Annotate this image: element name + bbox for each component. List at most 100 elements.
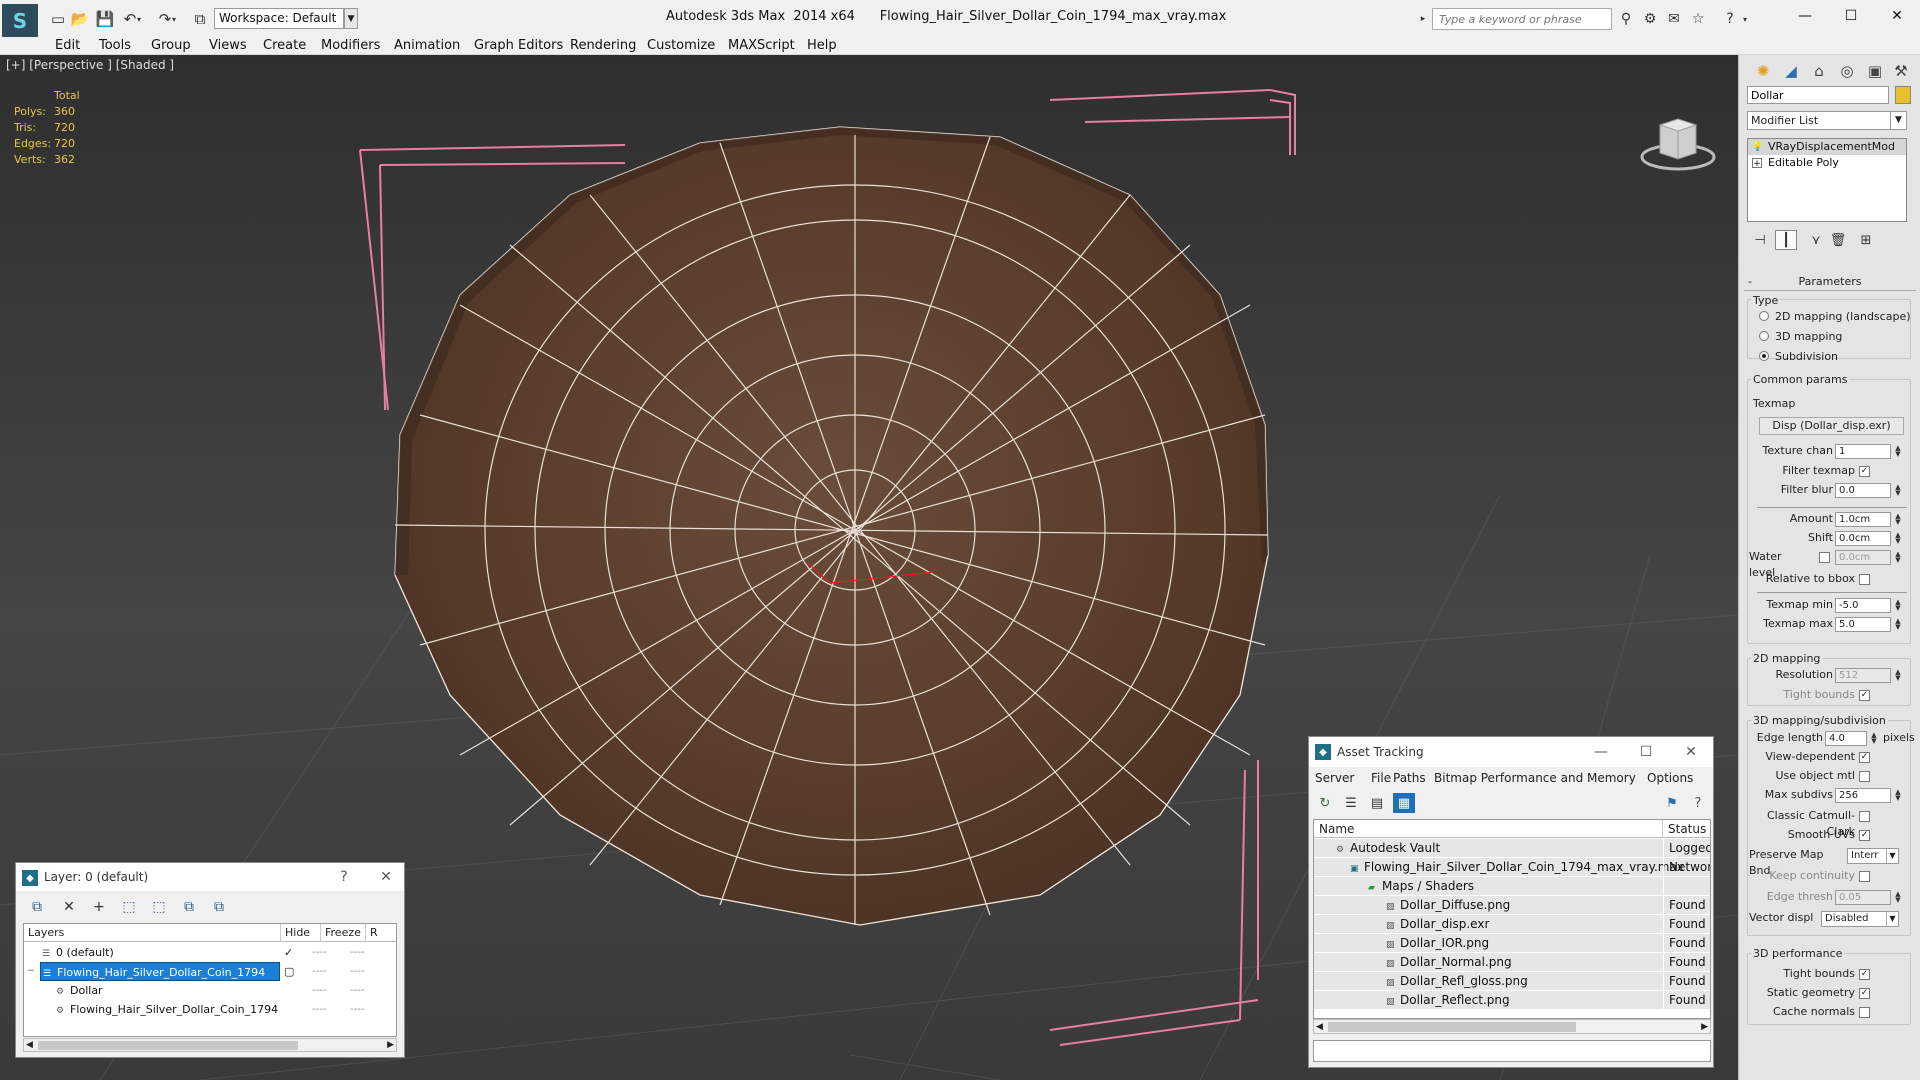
layer-row-default[interactable]: ☰ 0 (default) ✓ ---- ---- [24,943,396,962]
highlight-editable-icon[interactable]: ⚑ [1661,793,1683,813]
perf-tight-bounds-checkbox[interactable]: ✓ [1859,969,1870,980]
asset-row-disp[interactable]: ▨ Dollar_disp.exr Found [1314,915,1710,934]
menu-edit[interactable]: Edit [55,37,80,55]
classic-catmull-checkbox[interactable] [1859,811,1870,822]
water-level-spinner[interactable]: 0.0cm ▲ ▼ [1835,550,1901,565]
hierarchy-tab-icon[interactable]: ⌂ [1807,59,1831,83]
scroll-thumb[interactable] [1328,1022,1576,1032]
minimize-window-icon[interactable]: — [1782,4,1828,28]
column-header-render[interactable]: R [366,924,396,942]
static-geometry-checkbox[interactable]: ✓ [1859,988,1870,999]
hide-toggle[interactable]: ---- [312,981,326,1000]
subscription-icon[interactable]: ⚙ [1640,10,1660,28]
filter-blur-spinner[interactable]: 0.0 ▲ ▼ [1835,483,1901,498]
spinner-arrows-icon[interactable]: ▲ ▼ [1893,891,1903,904]
app-logo-icon[interactable]: S [2,4,38,38]
asset-row-diffuse[interactable]: ▨ Dollar_Diffuse.png Found [1314,896,1710,915]
hide-toggle[interactable]: ---- [312,1000,326,1019]
close-icon[interactable]: ✕ [1681,743,1701,761]
freeze-all-layers-icon[interactable]: ⧉ [208,897,230,917]
asset-dialog-titlebar[interactable]: ◆ Asset Tracking — ☐ ✕ [1309,737,1713,767]
spinner-arrows-icon[interactable]: ▲ ▼ [1893,618,1903,631]
smooth-uvs-checkbox[interactable]: ✓ [1859,830,1870,841]
hide-all-layers-icon[interactable]: ⧉ [178,897,200,917]
make-unique-icon[interactable]: ⋎ [1805,230,1827,250]
asset-menu-paths[interactable]: Paths [1393,771,1426,785]
redo-dropdown-icon[interactable]: ▾ [169,10,179,28]
menu-graph-editors[interactable]: Graph Editors [474,37,563,55]
asset-menu-file[interactable]: File [1371,771,1391,785]
binoculars-icon[interactable]: ⚲ [1616,10,1636,28]
tight-bounds-2d-checkbox[interactable]: ✓ [1859,690,1870,701]
scroll-left-icon[interactable]: ◀ [26,1039,33,1051]
radio-2d-mapping[interactable]: 2D mapping (landscape) [1759,310,1911,324]
asset-path-field[interactable] [1313,1040,1711,1062]
asset-row-refl-gloss[interactable]: ▨ Dollar_Refl_gloss.png Found [1314,972,1710,991]
menu-group[interactable]: Group [151,37,191,55]
spinner-arrows-icon[interactable]: ▲ ▼ [1893,513,1903,526]
scroll-right-icon[interactable]: ▶ [387,1039,394,1051]
scroll-right-icon[interactable]: ▶ [1701,1020,1708,1033]
refresh-icon[interactable]: ↻ [1314,793,1336,813]
column-header-status[interactable]: Status [1663,820,1710,838]
resolution-spinner[interactable]: 512 ▲ ▼ [1835,668,1901,683]
column-header-layers[interactable]: Layers [24,924,281,942]
project-folder-icon[interactable]: ⧉ [190,10,210,28]
pin-stack-icon[interactable]: ⊣ [1749,230,1771,250]
select-objects-icon[interactable]: ⬚ [118,897,140,917]
texmap-button[interactable]: Disp (Dollar_disp.exr) [1759,417,1904,435]
asset-menu-bitmap-performance[interactable]: Bitmap Performance and Memory [1434,771,1636,785]
modify-tab-icon[interactable]: ◢ [1779,59,1803,83]
motion-tab-icon[interactable]: ◎ [1835,59,1859,83]
menu-create[interactable]: Create [263,37,306,55]
spinner-arrows-icon[interactable]: ▲ ▼ [1893,484,1903,497]
save-file-icon[interactable]: 💾 [95,10,115,28]
configure-sets-icon[interactable]: ⊞ [1855,230,1877,250]
vector-displ-dropdown[interactable]: Disabled ▼ [1821,911,1899,927]
texmap-min-spinner[interactable]: -5.0 ▲ ▼ [1835,598,1901,613]
spinner-arrows-icon[interactable]: ▲ ▼ [1869,732,1879,745]
show-end-result-icon[interactable]: ┃ [1775,230,1797,250]
menu-animation[interactable]: Animation [394,37,460,55]
asset-menu-server[interactable]: Server [1315,771,1354,785]
close-window-icon[interactable]: ✕ [1874,4,1920,28]
layer-row-dollar[interactable]: ⚙ Dollar ---- ---- [24,981,396,1000]
scroll-thumb[interactable] [38,1041,298,1050]
delete-layer-icon[interactable]: ✕ [58,897,80,917]
shift-spinner[interactable]: 0.0cm ▲ ▼ [1835,531,1901,546]
viewport-label-menu[interactable]: [+] [Perspective ] [Shaded ] [6,58,174,72]
asset-horizontal-scrollbar[interactable]: ◀ ▶ [1313,1019,1711,1034]
radio-3d-mapping[interactable]: 3D mapping [1759,330,1842,344]
asset-row-normal[interactable]: ▨ Dollar_Normal.png Found [1314,953,1710,972]
undo-dropdown-icon[interactable]: ▾ [134,10,144,28]
spinner-arrows-icon[interactable]: ▲ ▼ [1893,599,1903,612]
list-view-icon[interactable]: ☰ [1340,793,1362,813]
lightbulb-icon[interactable]: 💡 [1752,142,1763,152]
expand-plus-icon[interactable]: + [1752,158,1762,169]
create-layer-icon[interactable]: ⧉ [26,897,48,917]
modifier-list-dropdown[interactable]: Modifier List ▼ [1747,111,1907,130]
preserve-map-bnd-dropdown[interactable]: Interr ▼ [1847,848,1899,864]
radio-subdivision[interactable]: Subdivision [1759,350,1838,364]
hide-toggle[interactable]: ---- [312,943,326,962]
maximize-icon[interactable]: ☐ [1636,743,1656,761]
menu-maxscript[interactable]: MAXScript [728,37,795,55]
water-level-checkbox[interactable] [1819,552,1830,563]
asset-row-reflect[interactable]: ▨ Dollar_Reflect.png Found [1314,991,1710,1010]
workspace-selector[interactable]: Workspace: Default [214,8,344,29]
menu-rendering[interactable]: Rendering [570,37,636,55]
help-icon[interactable]: ? [334,868,354,886]
texture-chan-spinner[interactable]: 1 ▲ ▼ [1835,444,1901,459]
spinner-arrows-icon[interactable]: ▲ ▼ [1893,551,1903,564]
menu-tools[interactable]: Tools [99,37,131,55]
workspace-dropdown-icon[interactable]: ▼ [344,8,358,29]
menu-help[interactable]: Help [807,37,837,55]
minimize-icon[interactable]: — [1591,743,1611,761]
spinner-arrows-icon[interactable]: ▲ ▼ [1893,532,1903,545]
keyword-search-input[interactable] [1432,8,1612,30]
utilities-tab-icon[interactable]: ⚒ [1889,59,1913,83]
asset-row-vault[interactable]: ⚙Autodesk VaultLogged O [1314,839,1710,858]
freeze-toggle[interactable]: ---- [350,981,364,1000]
highlight-layer-icon[interactable]: ⬚ [148,897,170,917]
keep-continuity-checkbox[interactable] [1859,871,1870,882]
